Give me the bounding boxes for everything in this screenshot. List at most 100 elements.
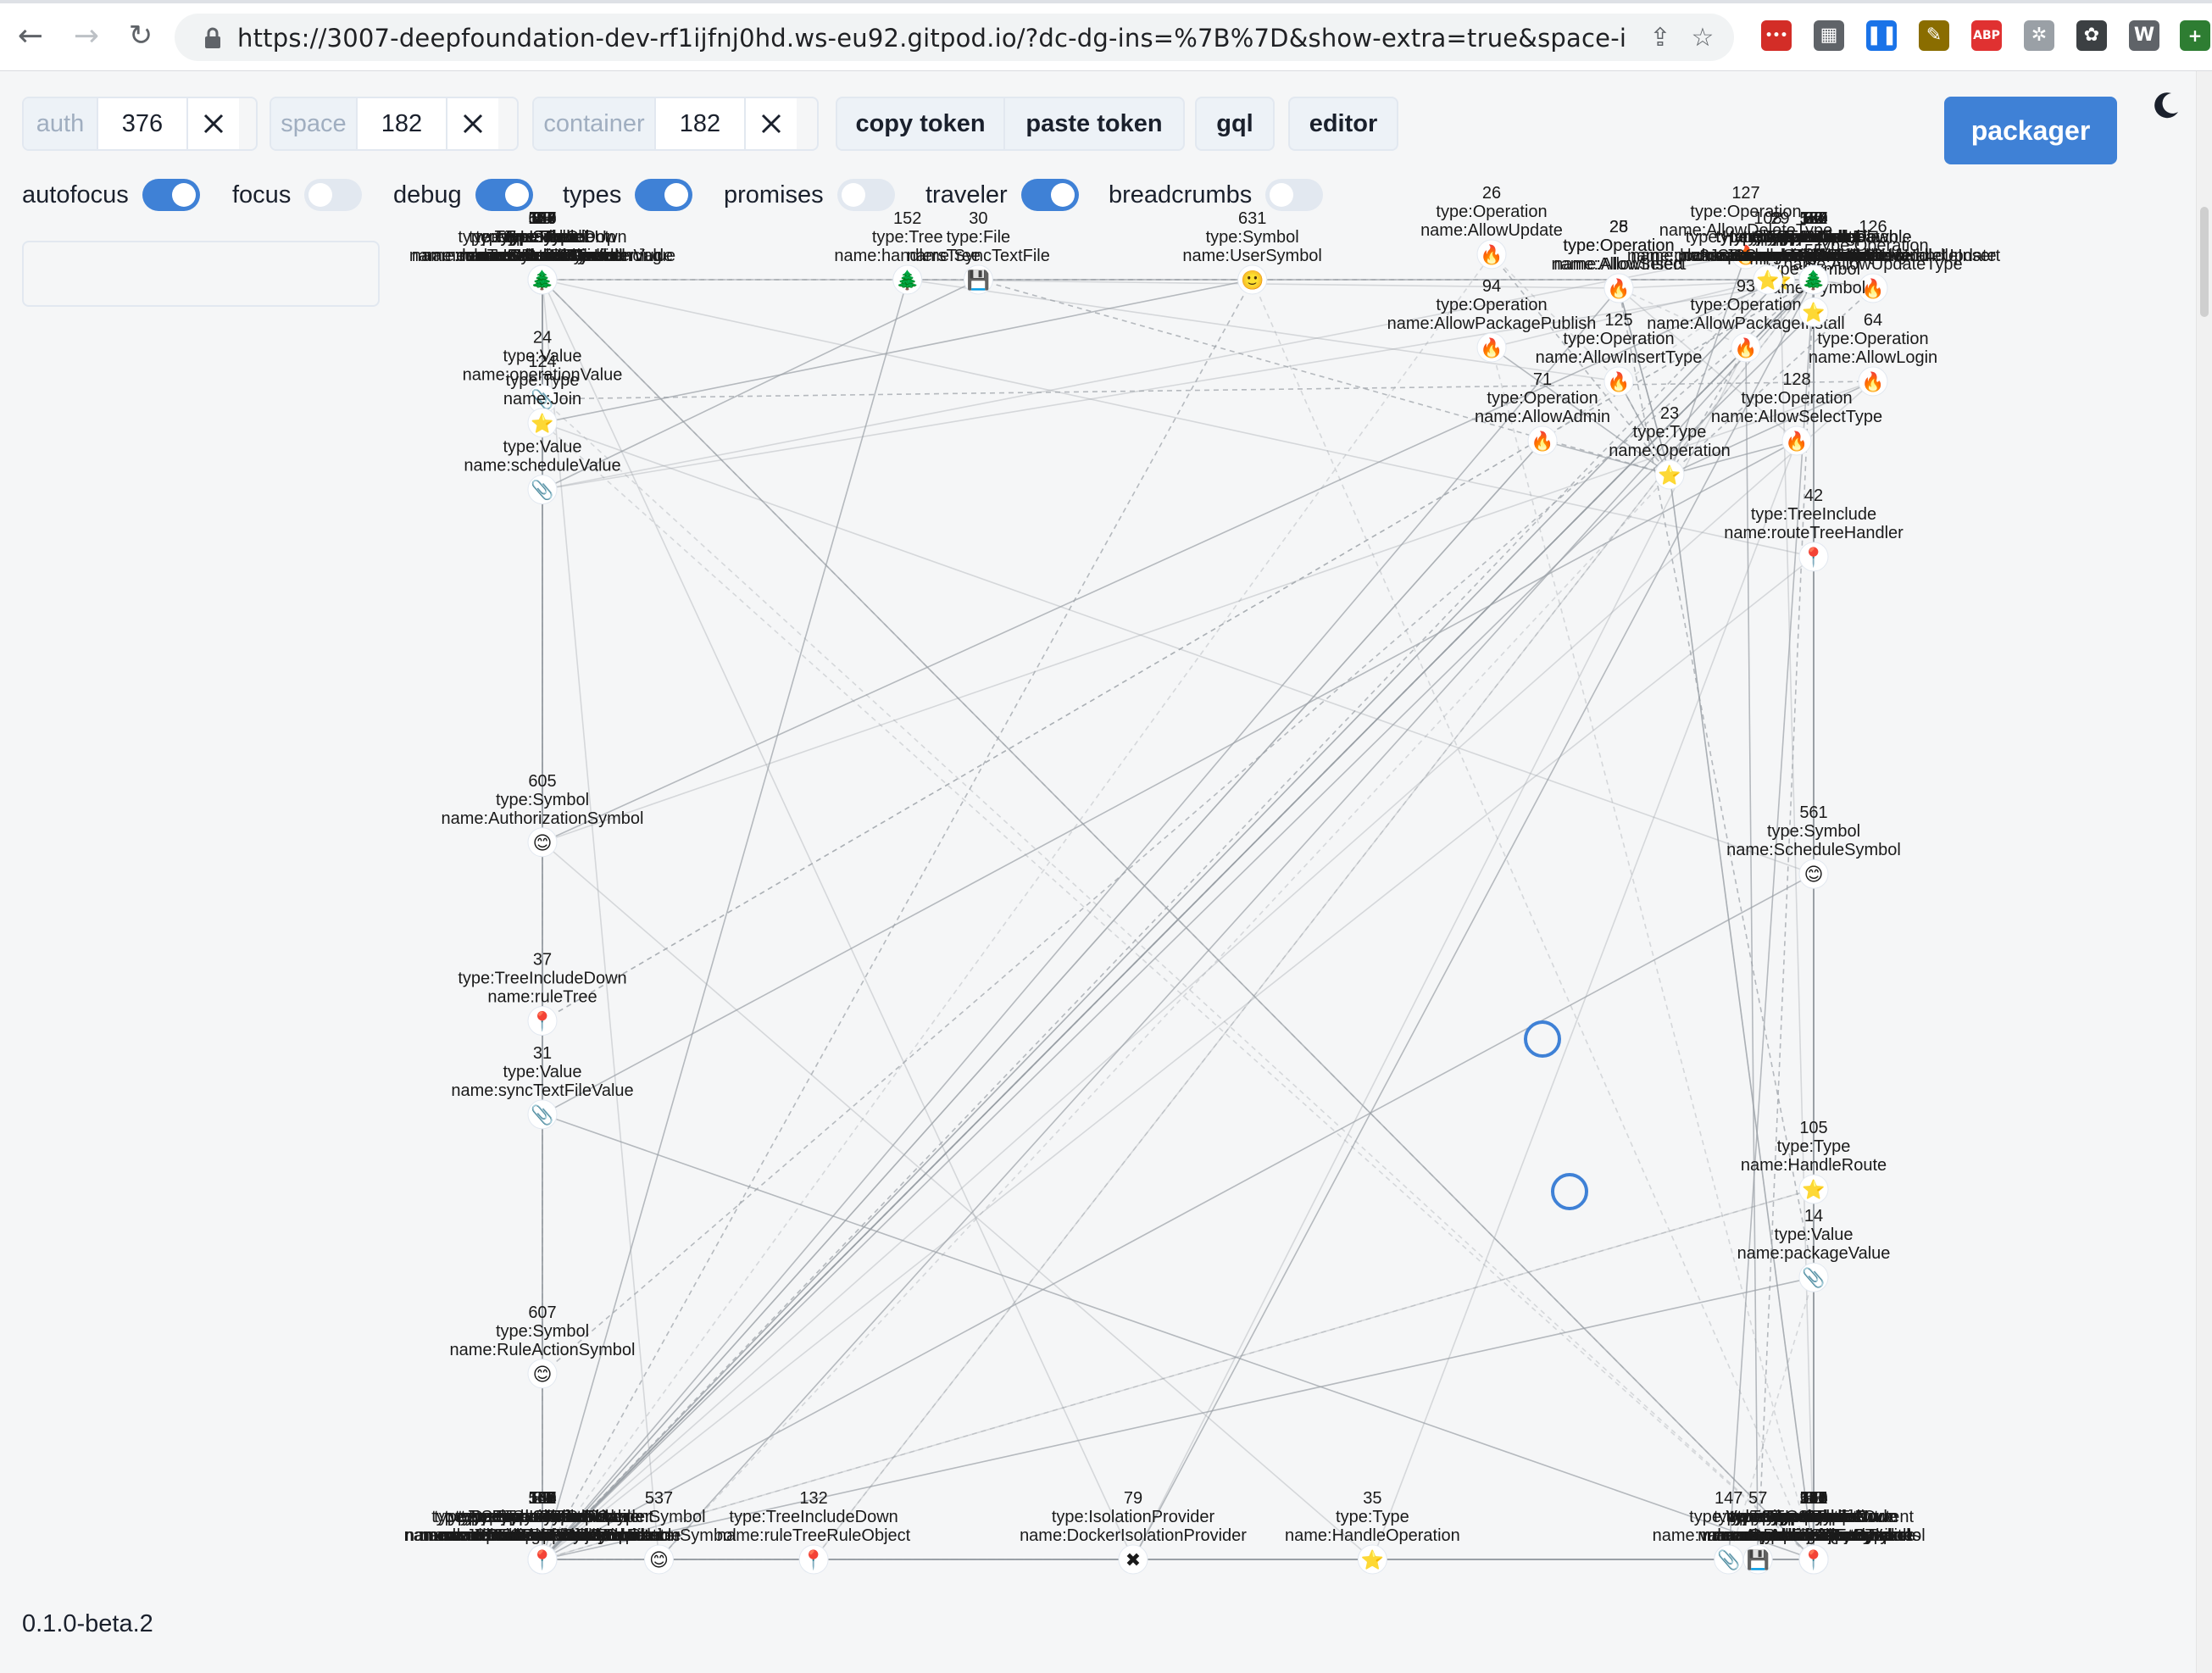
toggle-knob: [664, 183, 689, 207]
graph-node[interactable]: 🔥 71type:Operationname:AllowAdmin: [1475, 370, 1610, 456]
node-name-label: name:ScheduleSymbol: [1726, 841, 1901, 859]
graph-node[interactable]: 📍 132type:TreeIncludeDownname:ruleTreeRul…: [717, 1489, 911, 1575]
node-name-label: name:UserSymbol: [1182, 247, 1322, 265]
graph-node[interactable]: 😊 605type:Symbolname:AuthorizationSymbol: [441, 772, 644, 858]
toggle-autofocus[interactable]: autofocus: [22, 176, 200, 214]
node-icon: 📎: [531, 479, 553, 502]
graph-edge: [542, 842, 1373, 1560]
node-id-label: 179: [1799, 1489, 1827, 1508]
node-icon: 🙂: [1241, 270, 1264, 292]
graph-edge: [542, 398, 1815, 1560]
node-icon: 🔥: [1480, 337, 1503, 359]
node-type-label: type:Symbol: [1206, 228, 1299, 247]
node-name-label: name:syncTextFileValue: [451, 1081, 633, 1100]
node-type-label: type:Operation: [1436, 296, 1547, 314]
search-input[interactable]: [22, 241, 380, 307]
node-icon: 📎: [1717, 1548, 1740, 1571]
graph-node[interactable]: 🌲 152type:Treename:handlersTree: [834, 209, 981, 295]
node-name-label: name:containTreeRejected: [441, 1526, 643, 1545]
node-type-label: type:Value: [503, 438, 581, 457]
graph-node[interactable]: 📍 42type:TreeIncludename:routeTreeHandler: [1724, 486, 1904, 572]
node-name-label: name:packageValue: [1737, 1244, 1891, 1263]
toggle-label: debug: [393, 181, 462, 208]
graph-node[interactable]: 😊 607type:Symbolname:RuleActionSymbol: [450, 1303, 636, 1389]
toggle-promises[interactable]: promises: [724, 176, 895, 214]
toggle-traveler[interactable]: traveler: [925, 176, 1079, 214]
clear-auth-button[interactable]: [188, 98, 239, 149]
toggle-label: breadcrumbs: [1109, 181, 1253, 208]
node-icon: 😊: [1804, 864, 1824, 886]
node-id-label: 42: [1804, 486, 1823, 505]
toggle-switch-breadcrumbs[interactable]: [1265, 179, 1324, 211]
graph-node[interactable]: 📎 31type:Valuename:syncTextFileValue: [451, 1044, 634, 1130]
graph-node[interactable]: ✖ 79type:IsolationProvidername:DockerIsol…: [1020, 1489, 1247, 1575]
node-type-label: type:Operation: [1487, 389, 1598, 408]
node-id-label: 537: [645, 1489, 673, 1508]
close-icon: [463, 114, 483, 134]
node-id-label: 607: [528, 1303, 556, 1322]
node-id-label: 64: [1864, 311, 1882, 330]
moon-icon[interactable]: [2149, 88, 2183, 122]
graph-node[interactable]: 📍 151type:TreeIncludeFromCurrentname:cont…: [431, 1489, 653, 1575]
node-icon: ⭐: [1361, 1549, 1384, 1571]
node-icon: 💾: [967, 270, 990, 292]
node-id-label: 67: [1804, 209, 1823, 228]
toggle-switch-promises[interactable]: [836, 179, 895, 211]
graph-edge: [542, 311, 1815, 1560]
node-name-label: name:handlersTree: [834, 247, 981, 265]
node-icon: 😊: [533, 1365, 553, 1386]
node-id-label: 14: [1804, 1207, 1823, 1226]
paste-token-button[interactable]: paste token: [1003, 97, 1185, 151]
toggle-switch-types[interactable]: [635, 179, 693, 211]
node-name-label: name:ruleTree: [487, 988, 597, 1007]
toggle-switch-debug[interactable]: [475, 179, 533, 211]
node-type-label: type:Tree: [1778, 228, 1849, 247]
toggle-switch-focus[interactable]: [304, 179, 363, 211]
toggle-switch-autofocus[interactable]: [142, 179, 200, 211]
toggle-knob: [841, 183, 865, 207]
node-id-label: 132: [799, 1489, 827, 1508]
graph-node[interactable]: 📎 14type:Valuename:packageValue: [1737, 1207, 1891, 1292]
graph-node[interactable]: ⭐ 105type:Typename:HandleRoute: [1741, 1119, 1887, 1204]
node-id-label: 93: [1737, 277, 1755, 296]
container-input[interactable]: 182: [656, 98, 746, 149]
node-id-label: 28: [1609, 218, 1628, 236]
node-icon: 🔥: [1531, 431, 1553, 453]
gql-button[interactable]: gql: [1195, 97, 1275, 151]
node-type-label: type:Operation: [1741, 389, 1852, 408]
graph-node[interactable]: ⭐ 35type:Typename:HandleOperation: [1285, 1489, 1460, 1575]
node-icon: 🌲: [531, 270, 553, 292]
copy-token-button[interactable]: copy token: [836, 97, 1005, 151]
clear-space-button[interactable]: [447, 98, 498, 149]
node-id-label: 23: [1660, 404, 1679, 423]
graph-edge: [542, 381, 1874, 1560]
toggle-label: promises: [724, 181, 824, 208]
graph-edge: [542, 279, 1769, 1560]
graph-node[interactable]: 😊 561type:Symbolname:ScheduleSymbol: [1726, 803, 1901, 889]
auth-input[interactable]: 376: [98, 98, 188, 149]
toggle-types[interactable]: types: [563, 176, 693, 214]
graph-node[interactable]: 🔥 26type:Operationname:AllowUpdate: [1420, 184, 1563, 270]
space-input[interactable]: 182: [358, 98, 447, 149]
graph-node[interactable]: 🙂631type:Symbolname:UserSymbol: [1182, 209, 1322, 295]
clear-container-button[interactable]: [746, 98, 797, 149]
toggle-focus[interactable]: focus: [232, 176, 363, 214]
toggle-switch-traveler[interactable]: [1020, 179, 1079, 211]
graph-node[interactable]: 🌲149type:Treename:containTree: [475, 209, 610, 295]
node-id-label: 127: [1731, 184, 1759, 203]
toggle-debug[interactable]: debug: [393, 176, 533, 214]
node-name-label: name:joinTree: [1759, 247, 1867, 265]
graph-node[interactable]: 📍 37type:TreeIncludeDownname:ruleTree: [458, 951, 627, 1037]
node-id-label: 26: [1482, 184, 1501, 203]
node-type-label: type:Type: [1633, 423, 1707, 442]
node-name-label: name:routeTreeHandler: [1724, 524, 1904, 542]
packager-button[interactable]: packager: [1944, 97, 2117, 164]
toggle-breadcrumbs[interactable]: breadcrumbs: [1109, 176, 1324, 214]
node-icon: ⭐: [1658, 464, 1681, 486]
graph-edge: [542, 440, 1543, 1560]
toggle-label: traveler: [925, 181, 1008, 208]
node-icon: 📍: [1802, 547, 1825, 569]
graph-edge: [542, 556, 1815, 1560]
editor-button[interactable]: editor: [1288, 97, 1398, 151]
node-type-label: type:TreeIncludeDown: [458, 970, 626, 988]
